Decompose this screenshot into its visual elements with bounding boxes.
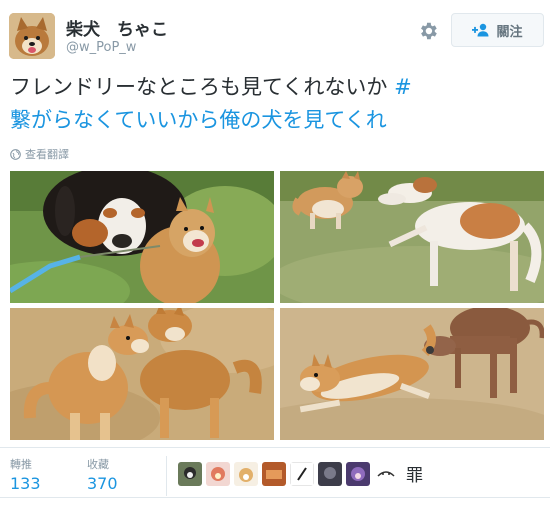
- hashtag-link[interactable]: 繋がらなくていいから俺の犬を見てくれ: [10, 104, 545, 137]
- stats-vertical-divider: [166, 456, 167, 496]
- photo-shiba-and-borzoi-icon: [280, 171, 544, 303]
- tweet-photo-3[interactable]: [10, 308, 274, 440]
- translate-label: 查看翻譯: [25, 148, 69, 161]
- liker-avatar[interactable]: [262, 461, 286, 486]
- stats-bottom-divider: [0, 497, 550, 498]
- liker-avatar[interactable]: [178, 461, 202, 486]
- retweets-label: 轉推: [10, 458, 32, 471]
- user-avatar[interactable]: [9, 13, 55, 59]
- liker-avatar[interactable]: [346, 461, 370, 486]
- photo-shiba-and-greyhound-icon: [280, 308, 544, 440]
- likers-list: 罪: [178, 461, 423, 486]
- tweet-text-line: フレンドリーなところも見てくれないか: [10, 75, 388, 99]
- likes-stat[interactable]: 收藏 370: [87, 456, 118, 493]
- follow-button[interactable]: 關注: [451, 13, 544, 47]
- hashtag-mark[interactable]: #: [394, 75, 412, 99]
- user-handle[interactable]: @w_PoP_w: [66, 40, 136, 55]
- likes-count[interactable]: 370: [87, 474, 118, 493]
- liker-avatar[interactable]: [234, 461, 258, 486]
- likes-label: 收藏: [87, 458, 109, 471]
- gear-icon[interactable]: [417, 20, 439, 42]
- user-display-name[interactable]: 柴犬 ちゃこ: [66, 15, 168, 40]
- liker-text: 罪: [406, 466, 423, 486]
- follow-button-label: 關注: [496, 24, 523, 40]
- photo-bernese-and-shiba-icon: [10, 171, 274, 303]
- tweet-text: フレンドリーなところも見てくれないか # 繋がらなくていいから俺の犬を見てくれ: [10, 71, 545, 137]
- liker-avatar[interactable]: [290, 461, 314, 486]
- person-plus-icon: [472, 23, 489, 37]
- liker-avatar[interactable]: [374, 461, 398, 486]
- translate-link[interactable]: 查看翻譯: [10, 146, 69, 162]
- retweets-stat[interactable]: 轉推 133: [10, 456, 41, 493]
- liker-avatar[interactable]: [318, 461, 342, 486]
- tweet-photo-2[interactable]: [280, 171, 544, 303]
- retweets-count[interactable]: 133: [10, 474, 41, 493]
- tweet-photo-4[interactable]: [280, 308, 544, 440]
- shiba-avatar-icon: [9, 13, 55, 59]
- stats-top-divider: [0, 447, 550, 448]
- photo-two-shibas-playing-icon: [10, 308, 274, 440]
- globe-icon: [10, 148, 21, 160]
- liker-avatar[interactable]: [206, 461, 230, 486]
- tweet-photo-1[interactable]: [10, 171, 274, 303]
